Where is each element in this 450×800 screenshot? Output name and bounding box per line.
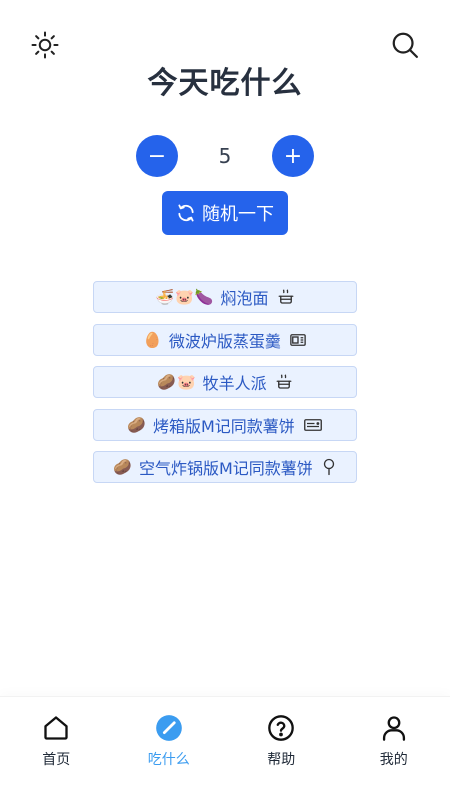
- increase-button[interactable]: +: [272, 135, 314, 177]
- dish-name: 牧羊人派: [202, 374, 267, 393]
- dish-emojis: 🥔: [127, 415, 147, 434]
- rice-cooker-icon: [275, 373, 293, 391]
- dish-emojis: 🍜🐷🍆: [155, 288, 215, 306]
- compass-icon: [154, 713, 184, 743]
- home-icon: [41, 713, 71, 743]
- dish-name: 烤箱版M记同款薯饼: [152, 416, 295, 436]
- plus-icon: +: [283, 143, 303, 169]
- dish-emojis: 🥚: [143, 330, 163, 349]
- minus-icon: −: [147, 143, 167, 169]
- tab-home[interactable]: 首页: [0, 697, 113, 800]
- dish-emojis: 🥔🐷: [157, 373, 197, 391]
- list-item[interactable]: 🥔 空气炸锅版M记同款薯饼: [93, 451, 357, 483]
- sun-icon: [31, 31, 59, 59]
- tab-eat[interactable]: 吃什么: [113, 697, 226, 800]
- bottom-tab-bar: 首页 吃什么 帮助 我的: [0, 696, 450, 800]
- decrease-button[interactable]: −: [136, 135, 178, 177]
- list-item[interactable]: 🥚 微波炉版蒸蛋羹: [93, 323, 357, 356]
- dish-count: 5: [218, 144, 232, 168]
- user-icon: [379, 713, 409, 743]
- list-item[interactable]: 🥔🐷 牧羊人派: [93, 366, 357, 398]
- tab-label: 我的: [379, 752, 408, 768]
- page-title: 今天吃什么: [147, 66, 303, 101]
- search-icon: [392, 32, 418, 58]
- air-fryer-icon: [321, 458, 337, 476]
- theme-toggle-button[interactable]: [28, 28, 62, 62]
- list-item[interactable]: 🍜🐷🍆 焖泡面: [93, 281, 357, 313]
- count-stepper: − 5 +: [0, 135, 450, 177]
- tab-label: 首页: [42, 752, 71, 768]
- random-button[interactable]: 随机一下: [162, 191, 288, 235]
- refresh-icon: [178, 204, 194, 222]
- tab-profile[interactable]: 我的: [338, 697, 450, 800]
- rice-cooker-icon: [277, 288, 295, 306]
- microwave-icon: [289, 331, 307, 349]
- dish-emojis: 🥔: [113, 458, 133, 476]
- dish-name: 空气炸锅版M记同款薯饼: [138, 459, 313, 478]
- help-icon: [266, 713, 296, 743]
- list-item[interactable]: 🥔 烤箱版M记同款薯饼: [93, 408, 357, 441]
- tab-help[interactable]: 帮助: [225, 697, 338, 800]
- dish-name: 微波炉版蒸蛋羹: [168, 331, 281, 351]
- dish-name: 焖泡面: [220, 289, 269, 308]
- tab-label: 帮助: [267, 752, 296, 768]
- search-button[interactable]: [388, 28, 422, 62]
- tab-label: 吃什么: [147, 752, 190, 768]
- random-button-label: 随机一下: [202, 204, 274, 225]
- dish-list: 🍜🐷🍆 焖泡面 🥚 微波炉版蒸蛋羹 🥔🐷 牧羊人派 🥔 烤箱版M记同款薯饼 🥔 …: [93, 281, 357, 494]
- oven-icon: [303, 416, 323, 434]
